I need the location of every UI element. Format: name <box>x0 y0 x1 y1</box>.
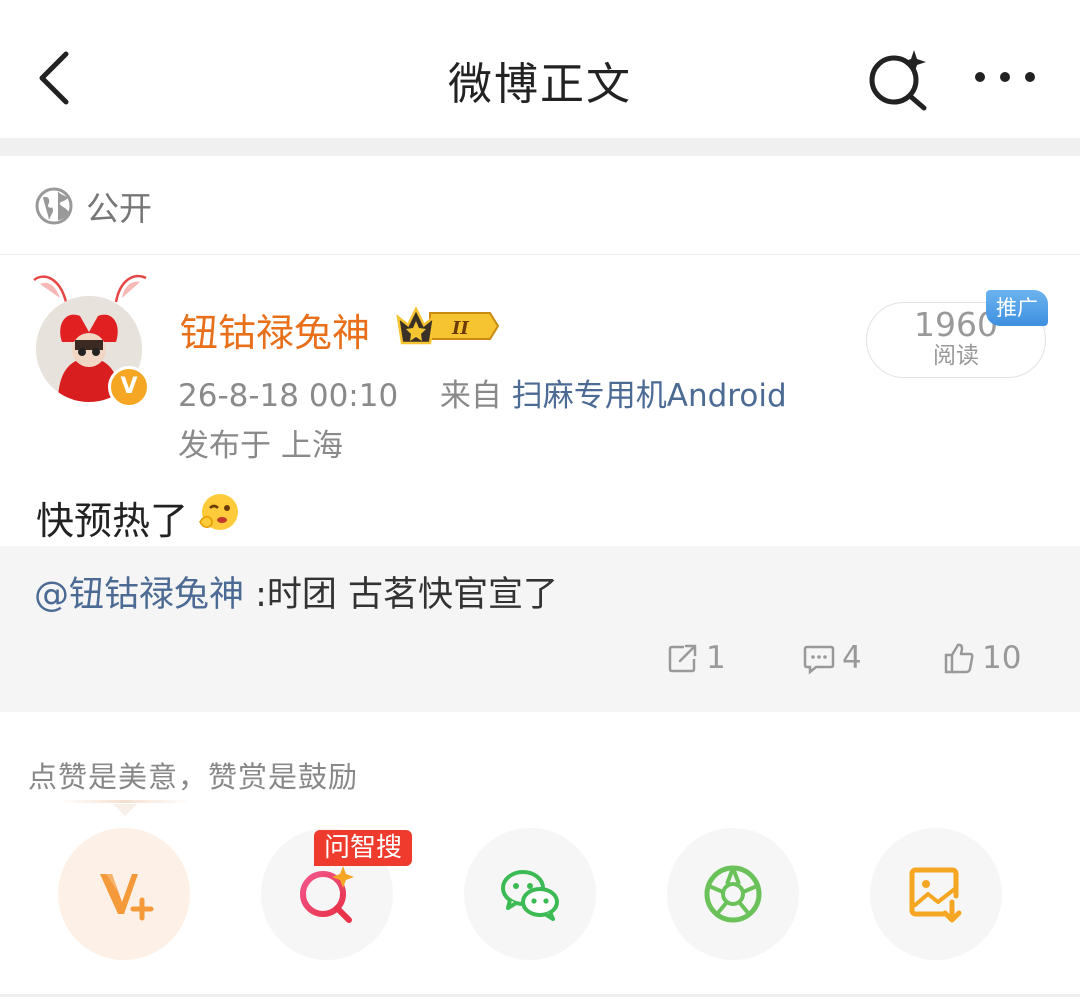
visibility-label: 公开 <box>86 189 152 228</box>
thumbs-up-icon <box>944 643 974 674</box>
quoted-repost-button[interactable]: 1 <box>666 638 726 678</box>
more-dots-icon <box>975 72 1035 82</box>
post-text: 快预热了 <box>36 499 189 543</box>
visibility-row: 公开 <box>0 156 1080 255</box>
header-divider <box>0 138 1080 156</box>
promote-tag[interactable]: 推广 <box>986 290 1048 326</box>
like-count: 10 <box>982 640 1022 676</box>
avatar[interactable]: V <box>26 272 154 408</box>
share-save-image-button[interactable] <box>870 828 1002 960</box>
moments-icon <box>704 865 762 923</box>
share-moments-button[interactable] <box>667 828 799 960</box>
ai-search-badge: 问智搜 <box>314 830 413 866</box>
wechat-icon <box>501 870 559 921</box>
top-bar: 微博正文 <box>0 0 1080 138</box>
more-button[interactable] <box>970 60 1040 94</box>
repost-icon <box>668 644 697 673</box>
repost-count: 1 <box>706 640 726 676</box>
level-badge-text: II <box>451 318 469 339</box>
post-source[interactable]: 扫麻专用机Android <box>512 378 787 414</box>
save-image-icon <box>909 867 962 923</box>
author-name[interactable]: 钮钴禄兔神 <box>180 302 370 357</box>
post-location: 发布于 上海 <box>178 428 343 464</box>
tooltip-underline <box>60 800 190 803</box>
quoted-like-button[interactable]: 10 <box>942 638 1021 678</box>
source-prefix: 来自 <box>439 378 502 414</box>
quoted-comment-button[interactable]: 4 <box>802 638 862 678</box>
ai-search-button[interactable] <box>862 46 932 112</box>
post-meta: 26-8-18 00:10 来自 扫麻专用机Android <box>178 370 787 415</box>
post-time: 26-8-18 00:10 <box>178 378 399 414</box>
ai-search-icon <box>869 50 927 111</box>
globe-icon <box>35 187 73 225</box>
verified-badge: V <box>108 366 150 408</box>
share-vplus-button[interactable] <box>58 828 190 960</box>
quoted-text-line: @钮钴禄兔神 :时团 古茗快官宣了 <box>34 566 558 617</box>
quoted-text: :时团 古茗快官宣了 <box>244 575 559 615</box>
mention-link[interactable]: @钮钴禄兔神 <box>34 575 244 615</box>
share-wechat-button[interactable] <box>464 828 596 960</box>
wink-emoji-icon <box>199 494 238 530</box>
quoted-post[interactable]: @钮钴禄兔神 :时团 古茗快官宣了 1 4 10 <box>0 546 1080 712</box>
comment-count: 4 <box>842 640 862 676</box>
member-crown-badge[interactable]: II <box>394 303 502 349</box>
comment-icon <box>803 645 835 675</box>
reward-hint: 点赞是美意，赞赏是鼓励 <box>28 760 359 794</box>
tooltip-arrow <box>113 804 137 816</box>
v-plus-icon <box>100 874 154 921</box>
read-label: 阅读 <box>933 343 979 369</box>
ai-search-icon <box>300 866 354 923</box>
